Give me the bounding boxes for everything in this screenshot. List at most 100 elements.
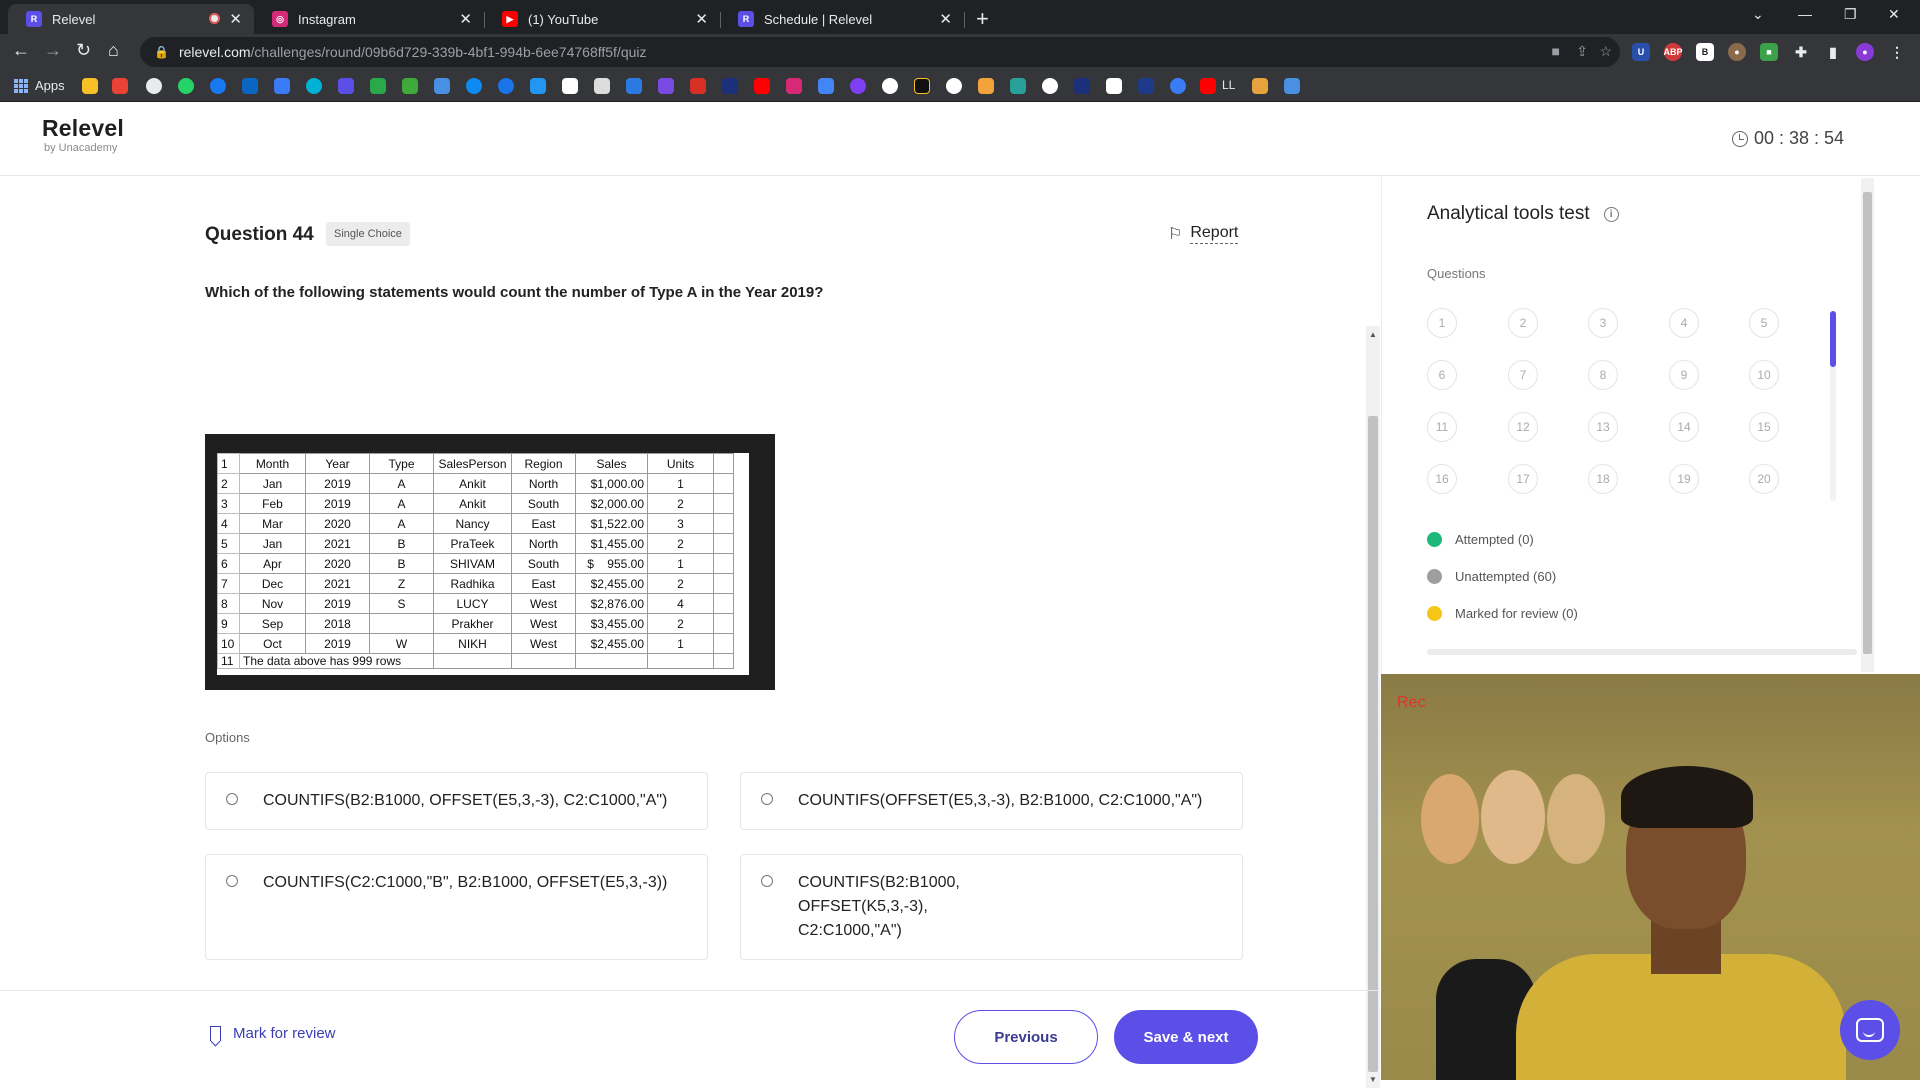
tab-youtube[interactable]: ▶ (1) YouTube ✕ xyxy=(484,4,721,34)
bookmark-icon[interactable] xyxy=(1170,78,1186,94)
question-number-button[interactable]: 4 xyxy=(1669,308,1699,338)
extensions-puzzle-icon[interactable]: ✚ xyxy=(1792,43,1810,61)
bookmark-icon[interactable] xyxy=(882,78,898,94)
option-b[interactable]: COUNTIFS(OFFSET(E5,3,-3), B2:B1000, C2:C… xyxy=(740,772,1243,830)
panel-scrollbar[interactable] xyxy=(1861,178,1874,672)
apps-shortcut[interactable]: Apps xyxy=(14,78,65,93)
question-number-button[interactable]: 14 xyxy=(1669,412,1699,442)
extension-icon[interactable]: ■ xyxy=(1760,43,1778,61)
share-icon[interactable]: ⇪ xyxy=(1576,43,1588,60)
linkedin-bookmark-icon[interactable] xyxy=(242,78,258,94)
bookmark-icon[interactable] xyxy=(1074,78,1090,94)
sidepanel-icon[interactable]: ▮ xyxy=(1824,43,1842,61)
instagram-bookmark-icon[interactable] xyxy=(786,78,802,94)
extension-icon[interactable]: U xyxy=(1632,43,1650,61)
radio-button[interactable] xyxy=(761,793,773,805)
back-icon[interactable]: ← xyxy=(12,40,30,61)
close-tab-icon[interactable]: ✕ xyxy=(459,10,472,28)
question-number-button[interactable]: 3 xyxy=(1588,308,1618,338)
home-icon[interactable]: ⌂ xyxy=(108,40,119,61)
bookmark-icon[interactable] xyxy=(306,78,322,94)
question-number-button[interactable]: 8 xyxy=(1588,360,1618,390)
bookmark-icon[interactable] xyxy=(370,78,386,94)
bookmark-icon[interactable] xyxy=(850,78,866,94)
bookmark-star-icon[interactable]: ☆ xyxy=(1599,43,1612,60)
adblock-icon[interactable]: ABP xyxy=(1664,43,1683,61)
extension-icon[interactable]: B xyxy=(1696,43,1714,61)
extension-icon[interactable]: ● xyxy=(1728,43,1746,61)
question-number-button[interactable]: 18 xyxy=(1588,464,1618,494)
close-tab-icon[interactable]: ✕ xyxy=(695,10,708,28)
question-number-button[interactable]: 20 xyxy=(1749,464,1779,494)
youtube-bookmark-icon[interactable] xyxy=(1200,78,1216,94)
save-next-button[interactable]: Save & next xyxy=(1114,1010,1258,1064)
bookmark-icon[interactable] xyxy=(402,78,418,94)
bookmark-icon[interactable] xyxy=(1010,78,1026,94)
question-number-button[interactable]: 11 xyxy=(1427,412,1457,442)
database-bookmark-icon[interactable] xyxy=(1284,78,1300,94)
minimize-icon[interactable]: — xyxy=(1798,6,1812,22)
gmail-bookmark-icon[interactable] xyxy=(112,78,128,94)
brand-logo[interactable]: Relevel xyxy=(42,115,124,142)
question-number-button[interactable]: 16 xyxy=(1427,464,1457,494)
bookmark-icon[interactable] xyxy=(658,78,674,94)
radio-button[interactable] xyxy=(226,875,238,887)
question-grid-scrollbar[interactable] xyxy=(1830,311,1836,501)
bookmark-icon[interactable] xyxy=(498,78,514,94)
question-number-button[interactable]: 6 xyxy=(1427,360,1457,390)
radio-button[interactable] xyxy=(226,793,238,805)
bookmark-icon[interactable] xyxy=(978,78,994,94)
amazon-bookmark-icon[interactable] xyxy=(562,78,578,94)
restore-icon[interactable]: ❐ xyxy=(1844,6,1857,23)
camera-icon[interactable]: ■ xyxy=(1552,43,1560,59)
reload-icon[interactable]: ↻ xyxy=(76,40,91,61)
menu-kebab-icon[interactable]: ⋮ xyxy=(1888,43,1906,61)
question-number-button[interactable]: 9 xyxy=(1669,360,1699,390)
bookmark-icon[interactable] xyxy=(914,78,930,94)
bookmark-icon[interactable] xyxy=(434,78,450,94)
bookmark-icon[interactable] xyxy=(274,78,290,94)
youtube-bookmark-icon[interactable] xyxy=(754,78,770,94)
bookmark-icon[interactable] xyxy=(690,78,706,94)
facebook-bookmark-icon[interactable] xyxy=(210,78,226,94)
bookmark-icon[interactable] xyxy=(594,78,610,94)
question-number-button[interactable]: 10 xyxy=(1749,360,1779,390)
radio-button[interactable] xyxy=(761,875,773,887)
question-number-button[interactable]: 2 xyxy=(1508,308,1538,338)
info-icon[interactable]: i xyxy=(1603,206,1619,222)
mark-for-review-button[interactable]: Mark for review xyxy=(210,1025,336,1042)
close-tab-icon[interactable]: ✕ xyxy=(229,10,242,28)
bookmark-icon[interactable] xyxy=(722,78,738,94)
question-number-button[interactable]: 19 xyxy=(1669,464,1699,494)
question-number-button[interactable]: 17 xyxy=(1508,464,1538,494)
forward-icon[interactable]: → xyxy=(44,40,62,61)
question-number-button[interactable]: 12 xyxy=(1508,412,1538,442)
tab-search-icon[interactable]: ⌄ xyxy=(1752,6,1764,23)
close-window-icon[interactable]: ✕ xyxy=(1888,6,1900,23)
new-tab-icon[interactable]: + xyxy=(976,6,989,32)
previous-button[interactable]: Previous xyxy=(954,1010,1098,1064)
bookmark-icon[interactable] xyxy=(626,78,642,94)
translate-bookmark-icon[interactable] xyxy=(818,78,834,94)
gear-bookmark-icon[interactable] xyxy=(146,78,162,94)
chat-support-button[interactable] xyxy=(1840,1000,1900,1060)
tab-instagram[interactable]: ◎ Instagram ✕ xyxy=(254,4,485,34)
question-number-button[interactable]: 7 xyxy=(1508,360,1538,390)
question-number-button[interactable]: 5 xyxy=(1749,308,1779,338)
option-c[interactable]: COUNTIFS(C2:C1000,"B", B2:B1000, OFFSET(… xyxy=(205,854,708,960)
report-button[interactable]: ⚐ Report xyxy=(1168,224,1239,244)
question-number-button[interactable]: 1 xyxy=(1427,308,1457,338)
option-d[interactable]: COUNTIFS(B2:B1000, OFFSET(K5,3,-3), C2:C… xyxy=(740,854,1243,960)
question-number-button[interactable]: 15 xyxy=(1749,412,1779,442)
bookmark-icon[interactable] xyxy=(1138,78,1154,94)
close-tab-icon[interactable]: ✕ xyxy=(939,10,952,28)
github-bookmark-icon[interactable] xyxy=(946,78,962,94)
bookmark-icon[interactable] xyxy=(466,78,482,94)
ll-bookmark[interactable]: LL xyxy=(1222,78,1235,92)
bookmark-icon[interactable] xyxy=(1252,78,1268,94)
profile-avatar-icon[interactable]: ● xyxy=(1856,43,1874,61)
panel-horizontal-scrollbar[interactable] xyxy=(1427,649,1857,655)
tab-relevel[interactable]: R Relevel ✕ xyxy=(8,4,254,34)
main-scrollbar[interactable]: ▲ ▼ xyxy=(1366,326,1380,1088)
cloud-bookmark-icon[interactable] xyxy=(530,78,546,94)
